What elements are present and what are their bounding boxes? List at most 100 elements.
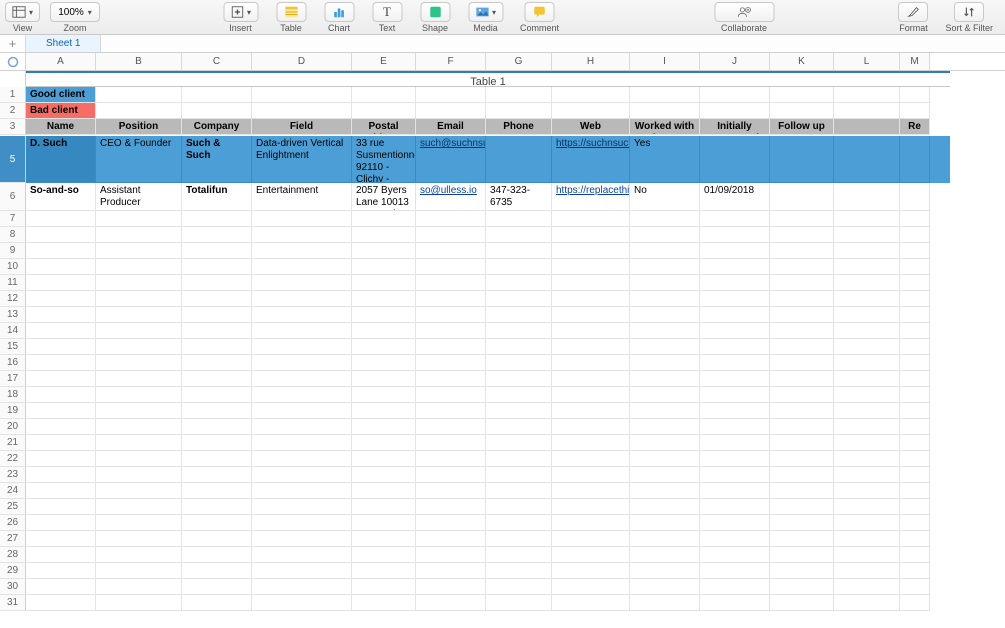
cell[interactable] — [26, 243, 96, 259]
cell[interactable] — [834, 387, 900, 403]
cell[interactable] — [700, 483, 770, 499]
cell[interactable] — [700, 499, 770, 515]
data-cell[interactable]: 347-323-6735 — [486, 183, 552, 211]
cell[interactable] — [26, 483, 96, 499]
cell[interactable] — [552, 547, 630, 563]
cell[interactable] — [630, 483, 700, 499]
cell[interactable] — [352, 307, 416, 323]
row-number[interactable]: 20 — [0, 419, 26, 435]
cell[interactable] — [630, 339, 700, 355]
row-number[interactable]: 11 — [0, 275, 26, 291]
cell[interactable] — [834, 531, 900, 547]
cell[interactable] — [252, 291, 352, 307]
cell[interactable] — [352, 531, 416, 547]
cell[interactable] — [96, 483, 182, 499]
cell[interactable] — [182, 483, 252, 499]
cell[interactable] — [96, 103, 182, 119]
cell[interactable] — [26, 275, 96, 291]
cell[interactable] — [834, 595, 900, 611]
data-cell[interactable]: https://replacethisurl.io — [552, 183, 630, 211]
data-cell[interactable] — [900, 183, 930, 211]
cell[interactable] — [416, 211, 486, 227]
cell[interactable] — [770, 419, 834, 435]
cell[interactable] — [630, 547, 700, 563]
cell[interactable] — [770, 275, 834, 291]
cell[interactable] — [900, 275, 930, 291]
cell[interactable] — [834, 103, 900, 119]
row-number[interactable]: 19 — [0, 403, 26, 419]
cell[interactable] — [182, 211, 252, 227]
cell[interactable] — [416, 579, 486, 595]
cell[interactable] — [252, 579, 352, 595]
cell[interactable] — [26, 531, 96, 547]
cell[interactable] — [486, 211, 552, 227]
row-number[interactable]: 31 — [0, 595, 26, 611]
row-number[interactable]: 17 — [0, 371, 26, 387]
cell[interactable] — [182, 259, 252, 275]
cell[interactable] — [770, 103, 834, 119]
column-title[interactable]: Worked with them? — [630, 119, 700, 135]
cell[interactable] — [900, 579, 930, 595]
cell[interactable] — [630, 103, 700, 119]
cell[interactable] — [630, 531, 700, 547]
cell[interactable] — [834, 291, 900, 307]
cell[interactable] — [416, 259, 486, 275]
cell[interactable] — [552, 275, 630, 291]
column-title[interactable]: Initially Contacted — [700, 119, 770, 135]
cell[interactable] — [182, 371, 252, 387]
cell[interactable] — [352, 387, 416, 403]
cell[interactable] — [700, 531, 770, 547]
row-number[interactable]: 13 — [0, 307, 26, 323]
cell[interactable] — [182, 307, 252, 323]
row-number[interactable]: 22 — [0, 451, 26, 467]
cell[interactable] — [630, 435, 700, 451]
cell[interactable] — [486, 419, 552, 435]
cell[interactable] — [96, 259, 182, 275]
cell[interactable] — [26, 227, 96, 243]
table-title[interactable]: Table 1 — [26, 71, 950, 87]
cell[interactable] — [96, 227, 182, 243]
cell[interactable] — [182, 467, 252, 483]
cell[interactable] — [552, 307, 630, 323]
cell[interactable] — [552, 435, 630, 451]
row-number[interactable]: 2 — [0, 103, 26, 119]
cell[interactable] — [352, 355, 416, 371]
cell[interactable] — [770, 291, 834, 307]
format-button[interactable] — [898, 2, 928, 22]
cell[interactable] — [552, 243, 630, 259]
table-button[interactable] — [276, 2, 306, 22]
cell[interactable] — [96, 371, 182, 387]
text-button[interactable]: T — [372, 2, 402, 22]
cell[interactable] — [486, 483, 552, 499]
cell[interactable] — [552, 531, 630, 547]
cell[interactable] — [552, 451, 630, 467]
cell[interactable] — [96, 419, 182, 435]
row-number[interactable]: 30 — [0, 579, 26, 595]
cell[interactable] — [416, 403, 486, 419]
cell[interactable] — [834, 355, 900, 371]
cell[interactable] — [834, 307, 900, 323]
cell[interactable] — [352, 563, 416, 579]
cell[interactable] — [26, 563, 96, 579]
comment-button[interactable] — [525, 2, 555, 22]
cell[interactable] — [416, 307, 486, 323]
column-header-K[interactable]: K — [770, 53, 834, 70]
cell[interactable] — [900, 307, 930, 323]
row-number[interactable]: 9 — [0, 243, 26, 259]
cell[interactable] — [834, 483, 900, 499]
cell[interactable] — [630, 371, 700, 387]
column-header-H[interactable]: H — [552, 53, 630, 70]
cell[interactable] — [770, 547, 834, 563]
cell[interactable] — [700, 547, 770, 563]
row-number[interactable]: 18 — [0, 387, 26, 403]
cell[interactable] — [900, 323, 930, 339]
cell[interactable] — [352, 339, 416, 355]
cell[interactable] — [834, 547, 900, 563]
cell[interactable] — [252, 275, 352, 291]
cell[interactable] — [700, 87, 770, 103]
cell[interactable] — [700, 419, 770, 435]
cell[interactable] — [352, 87, 416, 103]
cell[interactable] — [630, 227, 700, 243]
cell[interactable] — [252, 243, 352, 259]
cell[interactable] — [252, 387, 352, 403]
